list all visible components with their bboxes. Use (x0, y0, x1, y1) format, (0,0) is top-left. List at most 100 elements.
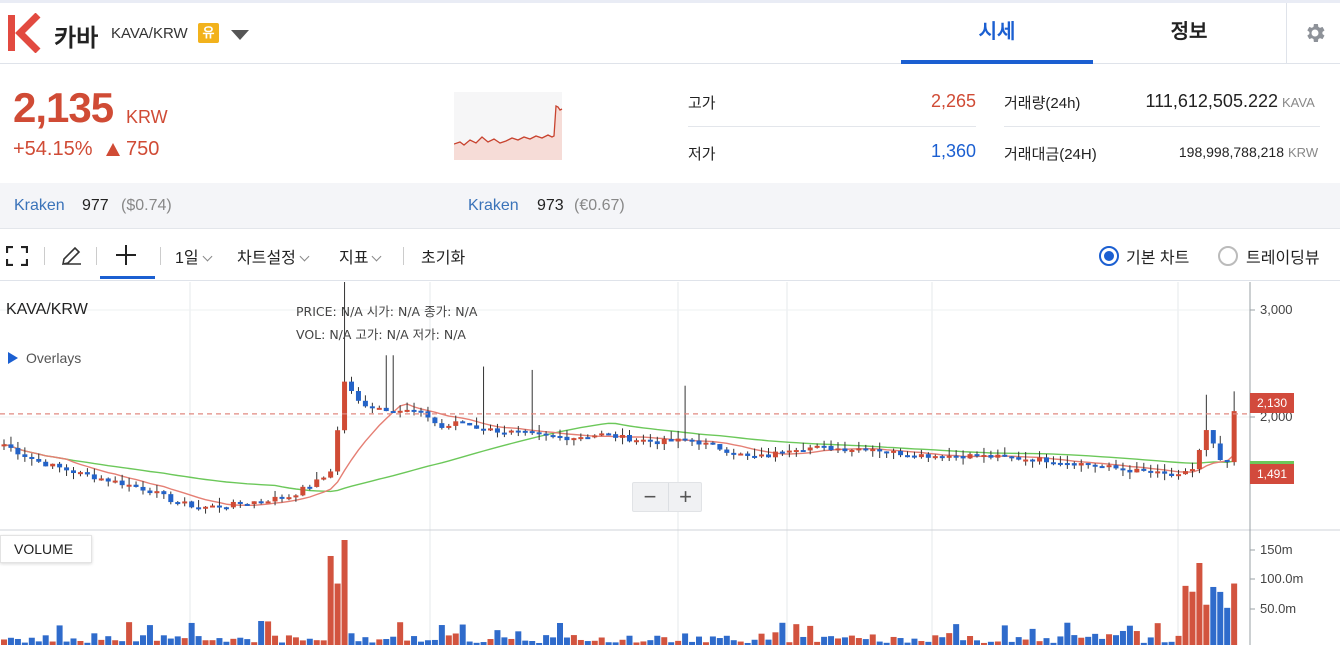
candle-body (321, 477, 327, 480)
candle-body (335, 430, 341, 472)
volume-axis-tick: 50.0m (1260, 601, 1297, 616)
basic-chart-radio[interactable] (1099, 246, 1119, 266)
candle-body (1141, 468, 1147, 471)
candle-body (467, 422, 473, 426)
candle-body (717, 444, 723, 450)
volume-bar (105, 636, 112, 645)
candle-body (849, 449, 855, 452)
settings-button[interactable] (1286, 3, 1340, 64)
exchange-price: 977 (82, 197, 109, 214)
candle-body (675, 438, 681, 442)
volume-bar (1085, 636, 1092, 645)
volume-bar (355, 641, 362, 645)
candle-body (939, 456, 945, 459)
candle-body (1092, 464, 1098, 467)
divider (44, 247, 45, 265)
tradingview-label[interactable]: 트레이딩뷰 (1246, 244, 1320, 268)
candle-body (974, 454, 980, 457)
volume-bar (848, 635, 855, 645)
volume-bar (932, 635, 939, 645)
candle-body (953, 455, 959, 458)
candle-body (571, 438, 577, 441)
candle-body (328, 471, 334, 478)
candle-body (724, 449, 730, 453)
tab-quote[interactable]: 시세 (901, 3, 1093, 64)
volume-bar (730, 640, 737, 645)
candle-body (1231, 411, 1237, 463)
volume-bar (716, 638, 723, 645)
overlays-toggle[interactable]: Overlays (8, 350, 81, 366)
gear-icon (1307, 24, 1325, 42)
volume-bar (570, 635, 577, 645)
mini-price-chart (453, 92, 646, 160)
candle-body (640, 439, 646, 442)
candle-body (300, 486, 306, 496)
reset-button[interactable]: 초기화 (421, 244, 465, 268)
chart-settings-dropdown[interactable]: 차트설정 (237, 244, 310, 268)
volume-bar (939, 637, 946, 645)
candle-body (981, 455, 987, 458)
high-label: 고가 (688, 95, 716, 112)
volume-bar (411, 636, 418, 645)
current-price: 2,135 (13, 84, 114, 131)
volume-bar (619, 639, 626, 645)
volume-bar (466, 641, 473, 645)
crosshair-icon[interactable] (115, 244, 137, 266)
candle-body (237, 501, 243, 504)
divider (688, 126, 976, 127)
volume-bar (543, 635, 550, 645)
chart-canvas[interactable] (0, 282, 1340, 645)
basic-chart-label[interactable]: 기본 차트 (1126, 244, 1189, 268)
price-chart[interactable]: KAVA/KRW Overlays PRICE: N/A 시가: N/A 종가:… (0, 282, 1340, 645)
zoom-out-button[interactable]: − (633, 483, 667, 511)
volume-bar (63, 641, 70, 645)
indicators-dropdown[interactable]: 지표 (339, 244, 382, 268)
candle-body (578, 437, 584, 440)
coin-dropdown-caret-icon[interactable] (231, 30, 249, 40)
volume-bar (793, 624, 800, 645)
volume-bar (779, 622, 786, 645)
candle-body (175, 502, 181, 505)
candle-body (369, 406, 375, 409)
volume-bar (181, 638, 188, 645)
candle-body (453, 421, 459, 426)
volume-bar (682, 633, 689, 645)
volume-bar (1119, 630, 1126, 645)
fullscreen-icon[interactable] (6, 246, 28, 266)
change-percent: +54.15% (13, 138, 93, 160)
volume-bar (202, 640, 209, 645)
overlays-label: Overlays (26, 350, 82, 366)
interval-dropdown[interactable]: 1일 (175, 244, 213, 268)
exchange-name[interactable]: Kraken (468, 197, 519, 215)
pencil-icon[interactable] (60, 245, 82, 267)
candle-body (307, 486, 313, 489)
last-price-tag: 2,130 (1250, 393, 1294, 413)
candle-body (168, 494, 174, 503)
candle-body (620, 434, 626, 438)
low-label: 저가 (688, 146, 716, 163)
candle-body (828, 445, 834, 451)
volume-bar (126, 622, 133, 645)
tab-info[interactable]: 정보 (1093, 3, 1285, 64)
volume-bar (362, 637, 369, 645)
exchange-name[interactable]: Kraken (14, 197, 65, 215)
divider (160, 247, 161, 265)
zoom-in-button[interactable]: + (668, 483, 702, 511)
tradingview-radio[interactable] (1218, 246, 1238, 266)
candle-body (147, 490, 153, 494)
volume-bar (661, 637, 668, 645)
brand-logo-icon (8, 13, 41, 53)
volume-bar (195, 636, 202, 645)
volume-bar (828, 636, 835, 645)
candle-body (1071, 463, 1077, 466)
candle-body (210, 505, 215, 508)
volume-bar (7, 637, 14, 645)
tab-info-label: 정보 (1170, 21, 1208, 43)
volume-axis-tick: 100.0m (1260, 571, 1304, 586)
candle-body (592, 435, 598, 438)
volume-bar (1113, 635, 1119, 645)
volume-bar (216, 638, 223, 645)
candle-body (64, 467, 70, 471)
candle-body (84, 472, 90, 475)
high-value: 2,265 (930, 91, 976, 111)
